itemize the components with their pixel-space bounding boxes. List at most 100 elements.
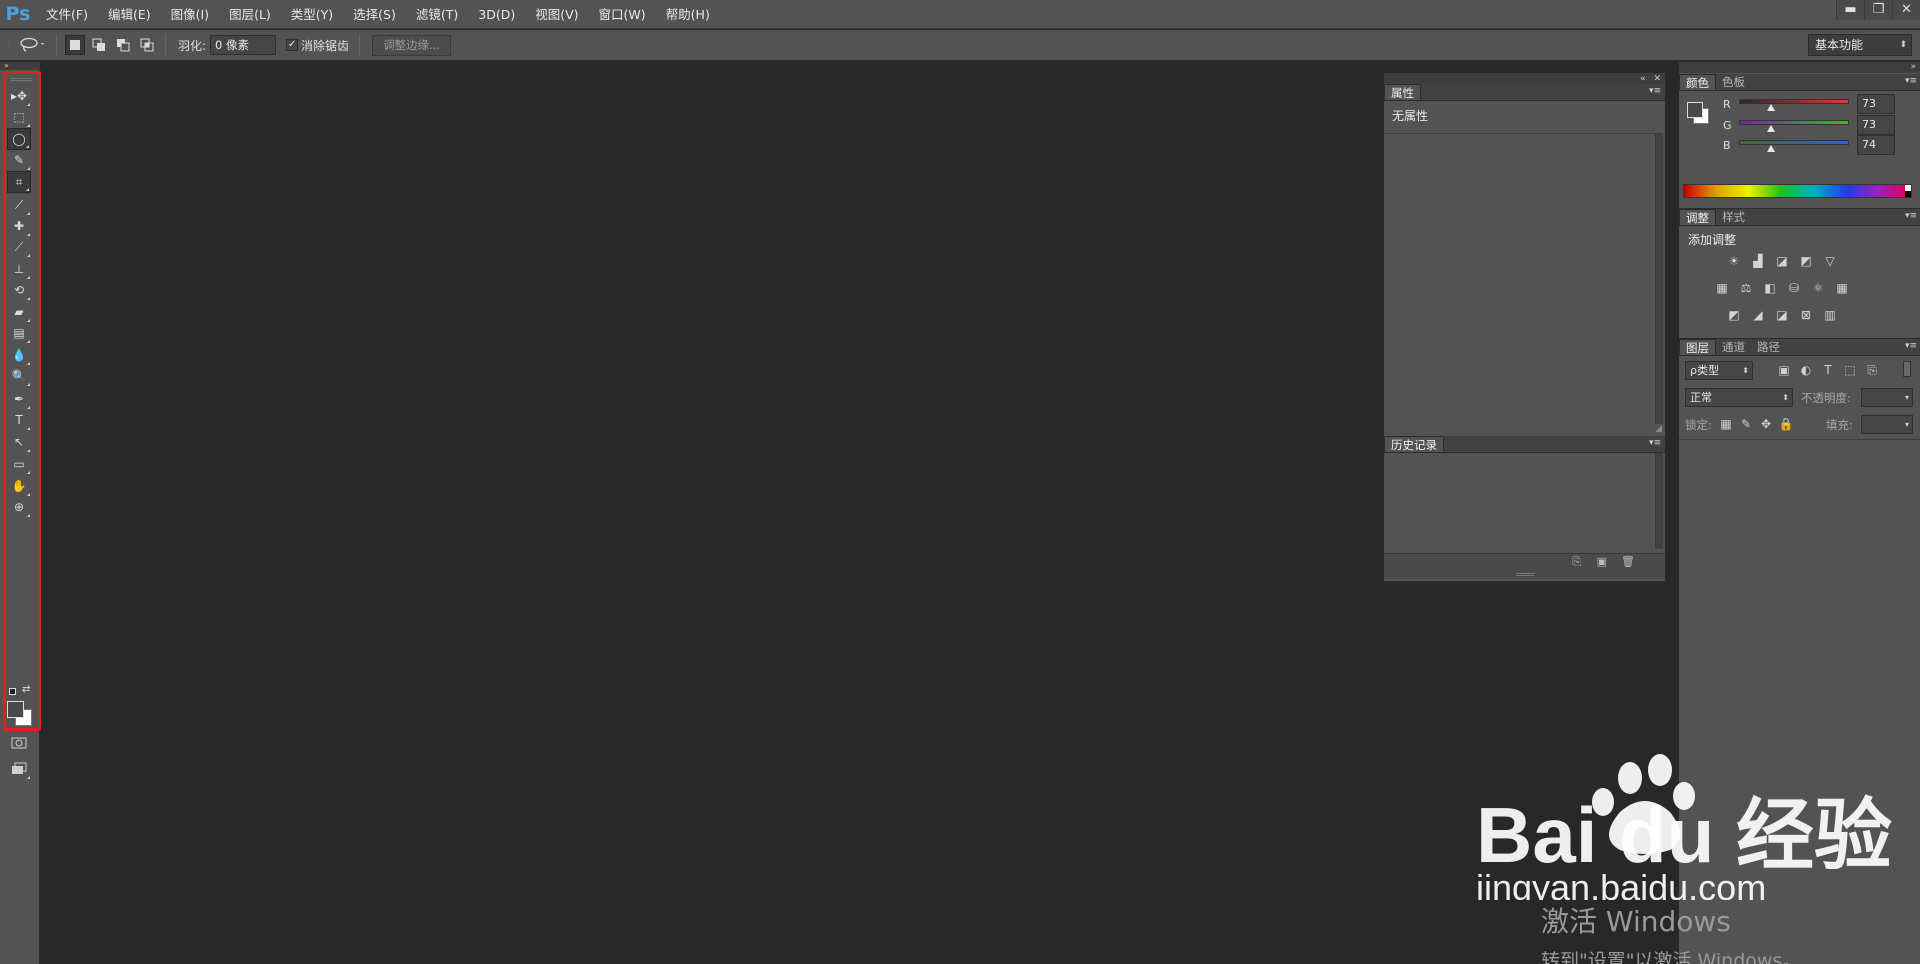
history-brush-tool-button[interactable]: ⟲ [7, 279, 31, 301]
brush-tool-button[interactable]: ⟋ [7, 236, 31, 258]
zoom-tool-button[interactable]: ⊕ [7, 496, 31, 518]
menu-type[interactable]: 类型(Y) [281, 0, 343, 29]
eyedropper-tool-button[interactable]: ⟋ [7, 194, 31, 216]
color-lookup-icon[interactable]: ▦ [1833, 280, 1851, 296]
black-white-icon[interactable]: ◧ [1761, 280, 1779, 296]
close-panel-icon[interactable]: ✕ [1653, 74, 1661, 84]
channel-value-input[interactable]: 73 [1857, 115, 1895, 135]
menu-filter[interactable]: 滤镜(T) [406, 0, 468, 29]
antialias-checkbox[interactable]: ✓ [286, 39, 299, 51]
filter-toggle[interactable] [1903, 361, 1911, 377]
screen-mode-button[interactable] [7, 758, 31, 780]
menu-select[interactable]: 选择(S) [343, 0, 406, 29]
gradient-tool-button[interactable]: ▤ [7, 322, 31, 344]
resize-grip-icon[interactable]: ◢ [1655, 424, 1662, 434]
tab-layers[interactable]: 图层 [1679, 339, 1716, 355]
gradient-map-icon[interactable]: ▥ [1821, 307, 1839, 323]
filter-pixel-icon[interactable]: ▣ [1777, 363, 1791, 377]
panel-menu-icon[interactable]: ▾≡ [1905, 341, 1917, 351]
new-selection-button[interactable] [65, 35, 85, 55]
threshold-icon[interactable]: ◪ [1773, 307, 1791, 323]
filter-shape-icon[interactable]: ⬚ [1843, 363, 1857, 377]
hue-saturation-icon[interactable]: ▦ [1713, 280, 1731, 296]
type-tool-button[interactable]: T [7, 409, 31, 431]
tab-adjustments[interactable]: 调整 [1679, 209, 1716, 225]
healing-brush-tool-button[interactable]: ✚ [7, 215, 31, 237]
menu-image[interactable]: 图像(I) [161, 0, 219, 29]
panel-bottom-grip[interactable] [1384, 569, 1665, 579]
tab-styles[interactable]: 样式 [1716, 209, 1751, 225]
lock-position-icon[interactable]: ✥ [1759, 417, 1773, 431]
lock-transparent-icon[interactable]: ▦ [1719, 417, 1733, 431]
filter-smart-object-icon[interactable]: ⎘ [1865, 363, 1879, 377]
selective-color-icon[interactable]: ⊠ [1797, 307, 1815, 323]
clone-stamp-tool-button[interactable]: ⊥ [7, 258, 31, 280]
tools-collapse-icon[interactable]: » [0, 62, 40, 70]
menu-window[interactable]: 窗口(W) [589, 0, 656, 29]
channel-slider[interactable] [1739, 99, 1849, 104]
canvas-workspace[interactable] [41, 62, 1377, 964]
channel-slider[interactable] [1739, 140, 1849, 145]
restore-button[interactable]: ❐ [1864, 0, 1892, 20]
blend-mode-select[interactable]: 正常 ⬍ [1685, 388, 1793, 407]
invert-icon[interactable]: ◩ [1725, 307, 1743, 323]
swap-colors-icon[interactable]: ⇄ [22, 684, 30, 695]
channel-value-input[interactable]: 74 [1857, 135, 1895, 155]
lock-pixels-icon[interactable]: ✎ [1739, 417, 1753, 431]
tab-paths[interactable]: 路径 [1751, 339, 1786, 355]
posterize-icon[interactable]: ◢ [1749, 307, 1767, 323]
menu-help[interactable]: 帮助(H) [656, 0, 720, 29]
brightness-contrast-icon[interactable]: ☀ [1725, 253, 1743, 269]
properties-scrollbar[interactable] [1655, 134, 1663, 424]
quick-selection-tool-button[interactable]: ✎ [7, 149, 31, 171]
quick-mask-button[interactable] [7, 732, 31, 754]
exposure-icon[interactable]: ◩ [1797, 253, 1815, 269]
slider-thumb[interactable] [1766, 104, 1775, 111]
menu-3d[interactable]: 3D(D) [468, 0, 525, 29]
eraser-tool-button[interactable]: ▰ [7, 301, 31, 323]
photo-filter-icon[interactable]: ⛁ [1785, 280, 1803, 296]
path-selection-tool-button[interactable]: ↖ [7, 431, 31, 453]
add-selection-button[interactable] [89, 35, 109, 55]
intersect-selection-button[interactable] [137, 35, 157, 55]
layer-filter-select[interactable]: ρ类型 ⬍ [1685, 361, 1753, 380]
rectangle-tool-button[interactable]: ▭ [7, 453, 31, 475]
panel-menu-icon[interactable]: ▾≡ [1905, 211, 1917, 221]
history-scrollbar[interactable] [1655, 453, 1663, 549]
tab-swatches[interactable]: 色板 [1716, 74, 1751, 90]
panel-menu-icon[interactable]: ▾≡ [1649, 86, 1661, 96]
tab-color[interactable]: 颜色 [1679, 74, 1716, 90]
foreground-color-swatch[interactable] [7, 701, 24, 718]
slider-thumb[interactable] [1766, 145, 1775, 152]
curves-icon[interactable]: ◪ [1773, 253, 1791, 269]
panel-menu-icon[interactable]: ▾≡ [1649, 438, 1661, 448]
refine-edge-button[interactable]: 调整边缘... [372, 34, 452, 56]
close-button[interactable]: ✕ [1892, 0, 1920, 20]
workspace-select[interactable]: 基本功能 ⬍ [1808, 34, 1912, 56]
marquee-tool-button[interactable]: ⬚ [7, 106, 31, 128]
tab-history[interactable]: 历史记录 [1384, 436, 1444, 452]
crop-tool-button[interactable]: ⌗ [7, 171, 31, 193]
trash-icon[interactable]: 🗑 [1621, 555, 1635, 568]
collapse-panel-icon[interactable]: « [1640, 74, 1646, 84]
new-document-from-state-icon[interactable]: ⎘ [1572, 555, 1581, 569]
pen-tool-button[interactable]: ✒ [7, 388, 31, 410]
minimize-button[interactable]: ▬ [1836, 0, 1864, 20]
tool-preset-picker[interactable] [14, 34, 50, 56]
subtract-selection-button[interactable] [113, 35, 133, 55]
color-balance-icon[interactable]: ⚖ [1737, 280, 1755, 296]
menu-file[interactable]: 文件(F) [36, 0, 98, 29]
dodge-tool-button[interactable]: 🔍 [7, 365, 31, 387]
hand-tool-button[interactable]: ✋ [7, 475, 31, 497]
camera-snapshot-icon[interactable]: ▣ [1597, 555, 1607, 568]
fill-input[interactable]: ▾ [1861, 415, 1913, 434]
lasso-tool-button[interactable]: ◯ [7, 128, 31, 150]
feather-input[interactable]: 0 像素 [210, 35, 277, 55]
panel-menu-icon[interactable]: ▾≡ [1905, 76, 1917, 86]
channel-value-input[interactable]: 73 [1857, 94, 1895, 114]
menu-layer[interactable]: 图层(L) [219, 0, 281, 29]
filter-adjustment-icon[interactable]: ◐ [1799, 363, 1813, 377]
dock-collapse-icon[interactable]: » [1679, 62, 1920, 73]
channel-mixer-icon[interactable]: ⚛ [1809, 280, 1827, 296]
filter-type-icon[interactable]: T [1821, 363, 1835, 377]
